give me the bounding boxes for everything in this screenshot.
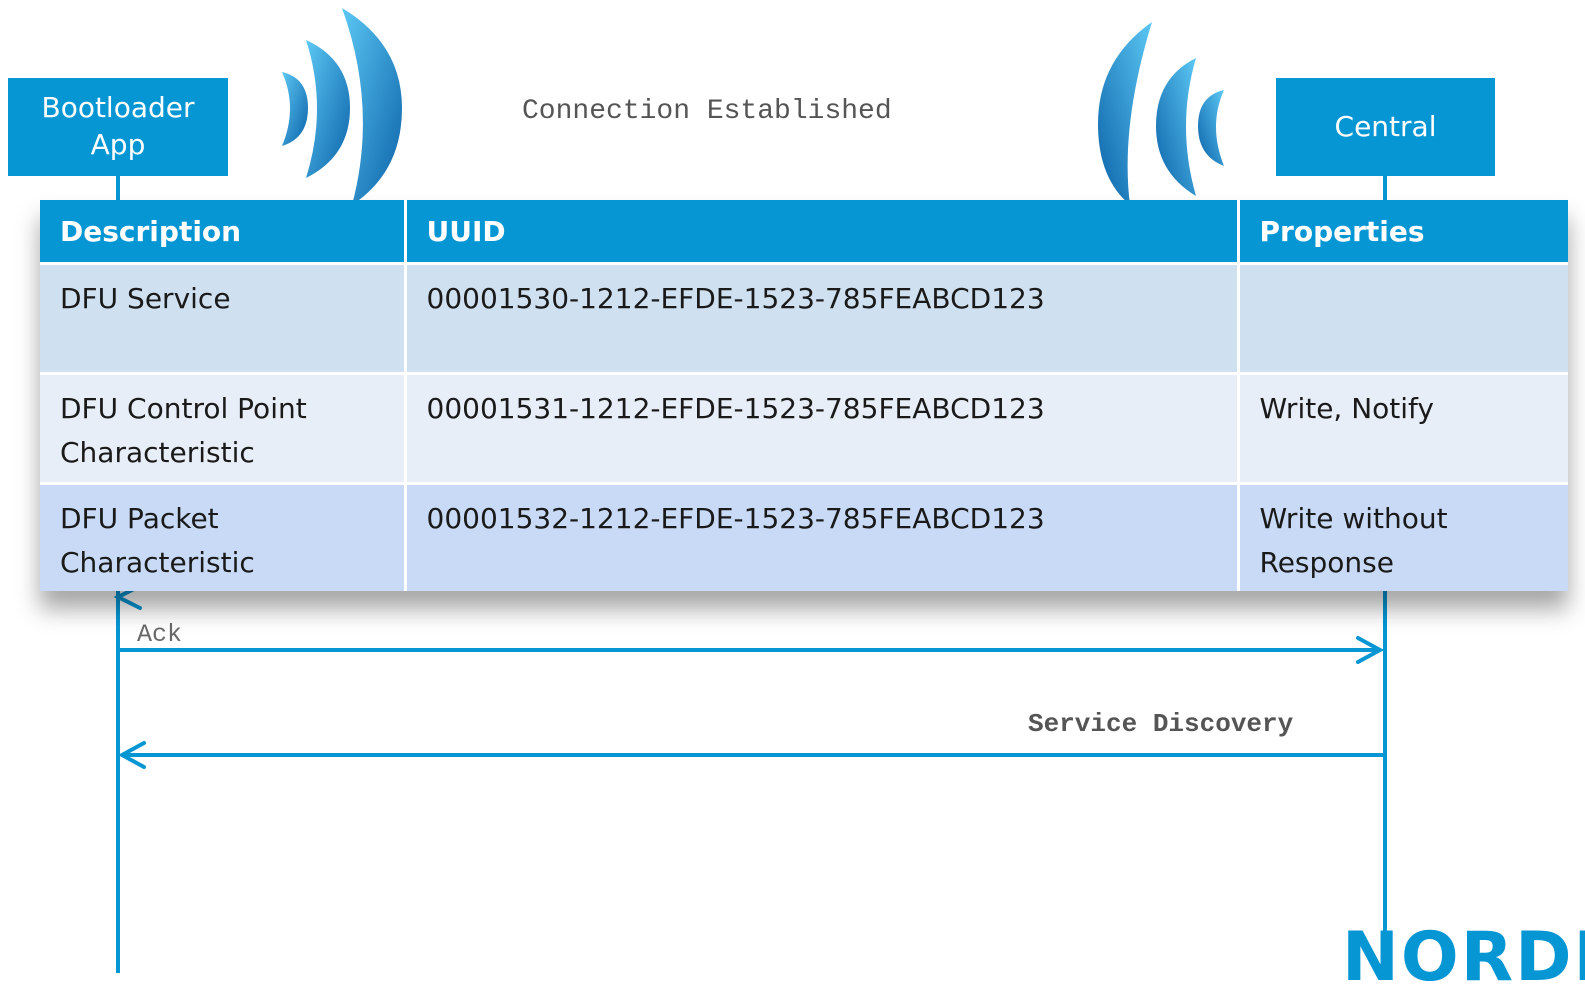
header-uuid: UUID	[405, 200, 1240, 264]
table-header-row: Description UUID Properties	[40, 200, 1568, 264]
cell-uuid: 00001531-1212-EFDE-1523-785FEABCD123	[405, 372, 1240, 484]
nordic-logo: NORDIC	[1342, 918, 1585, 997]
dfu-uuid-table: Description UUID Properties DFU Service …	[40, 200, 1568, 591]
table-row: DFU Packet Characteristic 00001532-1212-…	[40, 482, 1568, 591]
cell-properties: Write, Notify	[1238, 372, 1568, 484]
cell-properties: Write without Response	[1238, 482, 1568, 591]
cell-properties	[1238, 262, 1568, 374]
header-properties: Properties	[1238, 200, 1568, 264]
cell-description: DFU Control Point Characteristic	[40, 372, 407, 484]
table-row: DFU Control Point Characteristic 0000153…	[40, 372, 1568, 484]
cell-uuid: 00001532-1212-EFDE-1523-785FEABCD123	[405, 482, 1240, 591]
cell-description: DFU Service	[40, 262, 407, 374]
table-row: DFU Service 00001530-1212-EFDE-1523-785F…	[40, 262, 1568, 374]
header-description: Description	[40, 200, 407, 264]
cell-uuid: 00001530-1212-EFDE-1523-785FEABCD123	[405, 262, 1240, 374]
cell-description: DFU Packet Characteristic	[40, 482, 407, 591]
